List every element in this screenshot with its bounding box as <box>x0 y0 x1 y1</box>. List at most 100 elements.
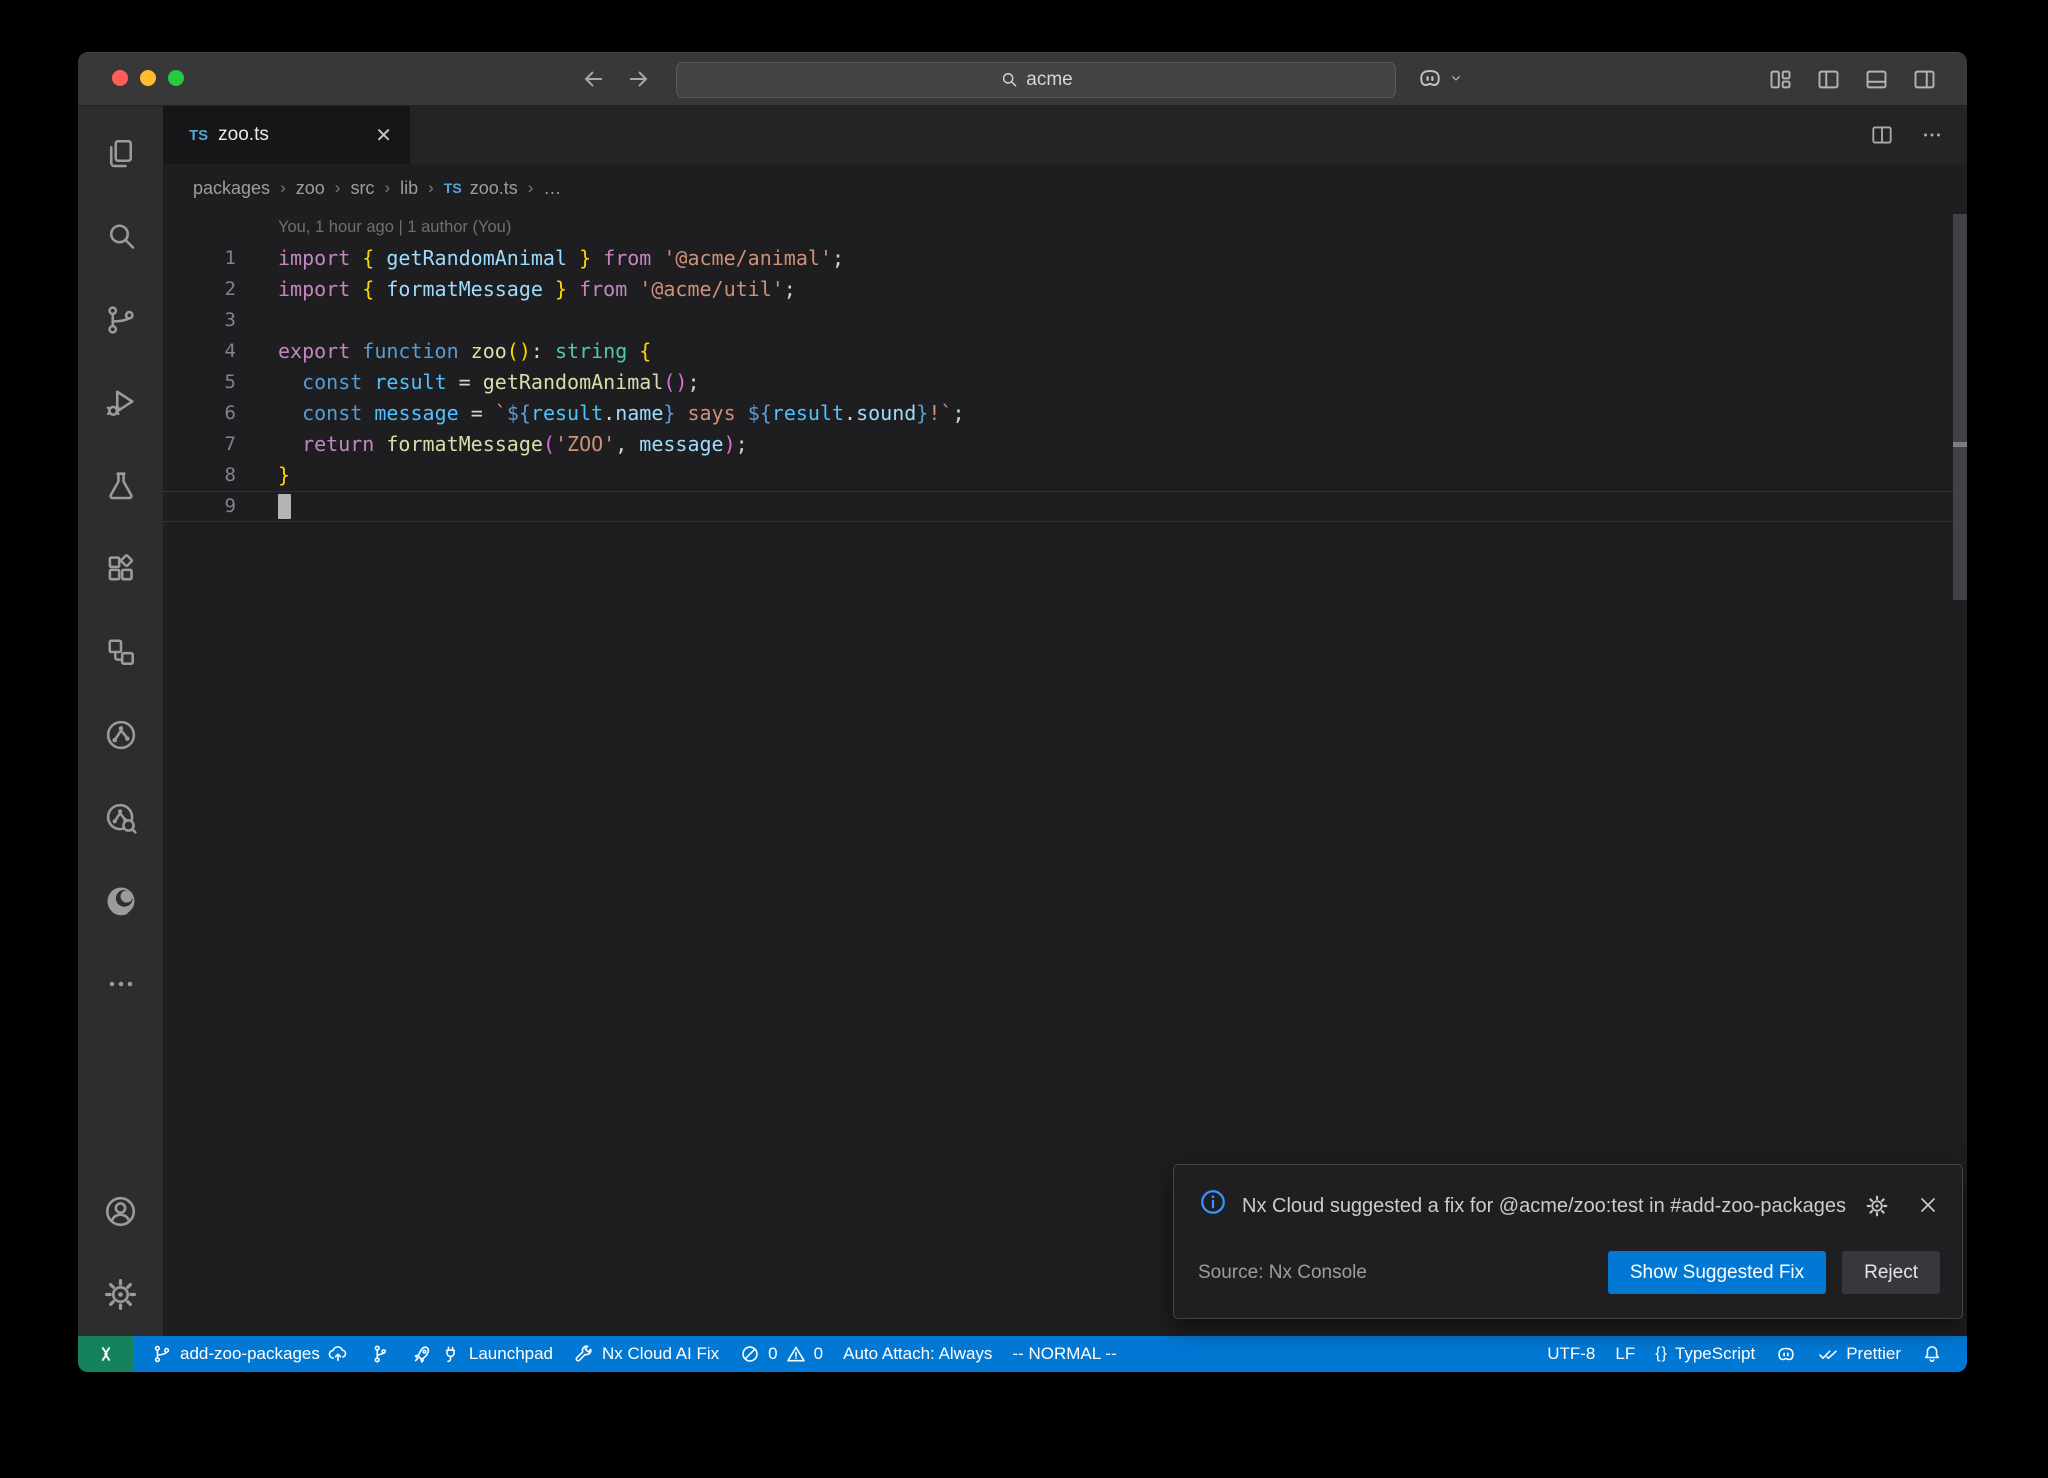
notification-toast: Nx Cloud suggested a fix for @acme/zoo:t… <box>1173 1164 1963 1319</box>
statusbar-eol[interactable]: LF <box>1605 1336 1645 1372</box>
more-icon <box>103 966 139 1002</box>
line-number: 3 <box>163 305 278 336</box>
breadcrumb-separator: › <box>335 178 341 198</box>
more-actions-icon[interactable] <box>1919 122 1945 148</box>
code-line-4[interactable]: 4export function zoo(): string { <box>163 336 1967 367</box>
statusbar-copilot-status[interactable] <box>1765 1336 1807 1372</box>
more-actions-icon <box>1919 122 1945 148</box>
statusbar-pipeline[interactable] <box>359 1336 401 1372</box>
statusbar-nx-cloud-ai-fix[interactable]: Nx Cloud AI Fix <box>563 1336 729 1372</box>
nav-arrows <box>578 64 654 94</box>
activity-remote-explorer-icon[interactable] <box>78 610 163 693</box>
tab-label: zoo.ts <box>218 124 269 146</box>
rocket-icon <box>411 1343 433 1365</box>
notification-close-icon[interactable] <box>1916 1193 1940 1219</box>
statusbar-vim-mode[interactable]: -- NORMAL -- <box>1002 1336 1126 1372</box>
statusbar-encoding[interactable]: UTF-8 <box>1537 1336 1605 1372</box>
editor-scrollbar[interactable] <box>1953 214 1967 600</box>
code-text: import { getRandomAnimal } from '@acme/a… <box>278 243 844 274</box>
minimize-button[interactable] <box>140 70 156 86</box>
statusbar-git-branch[interactable]: add-zoo-packages <box>141 1336 359 1372</box>
zoom-button[interactable] <box>168 70 184 86</box>
layout-sidebar-right-icon[interactable] <box>1909 64 1939 94</box>
breadcrumb-item-src[interactable]: src <box>350 178 374 199</box>
cloud-upload-icon <box>327 1343 349 1365</box>
line-number: 4 <box>163 336 278 367</box>
command-center-search[interactable]: acme <box>676 62 1396 98</box>
customize-layout-icon[interactable] <box>1765 64 1795 94</box>
breadcrumb-item-[interactable]: … <box>543 178 561 199</box>
breadcrumb-item-zoots[interactable]: TSzoo.ts <box>444 178 518 199</box>
statusbar-label: Prettier <box>1846 1344 1901 1364</box>
code-line-7[interactable]: 7 return formatMessage('ZOO', message); <box>163 429 1967 460</box>
line-number: 9 <box>163 492 278 521</box>
statusbar-label: Launchpad <box>469 1344 553 1364</box>
layout-sidebar-right-icon <box>1911 66 1938 93</box>
split-editor-icon[interactable] <box>1869 122 1895 148</box>
pipeline-icon <box>369 1343 391 1365</box>
notification-gear-icon[interactable] <box>1864 1193 1890 1219</box>
activity-account-icon[interactable] <box>78 1170 163 1253</box>
chevron-down-icon <box>1448 70 1464 86</box>
activity-settings-gear-icon[interactable] <box>78 1253 163 1336</box>
back-arrow-button[interactable] <box>578 64 608 94</box>
testing-icon <box>103 468 139 504</box>
reject-button[interactable]: Reject <box>1842 1251 1940 1294</box>
code-line-9[interactable]: 9 <box>163 491 1967 522</box>
statusbar-auto-attach[interactable]: Auto Attach: Always <box>833 1336 1002 1372</box>
activity-edge-icon[interactable] <box>78 859 163 942</box>
close-button[interactable] <box>112 70 128 86</box>
plug-icon <box>440 1343 462 1365</box>
warning-icon <box>785 1343 807 1365</box>
activity-source-control-icon[interactable] <box>78 278 163 361</box>
search-icon <box>103 219 139 255</box>
code-line-8[interactable]: 8} <box>163 460 1967 491</box>
copilot-menu[interactable] <box>1416 64 1464 92</box>
activity-extensions-icon[interactable] <box>78 527 163 610</box>
code-line-6[interactable]: 6 const message = `${result.name} says $… <box>163 398 1967 429</box>
forward-arrow-button[interactable] <box>624 64 654 94</box>
bell-icon <box>1921 1343 1943 1365</box>
activity-testing-icon[interactable] <box>78 444 163 527</box>
activity-more-icon[interactable] <box>78 942 163 1025</box>
activity-run-debug-icon[interactable] <box>78 361 163 444</box>
code-text: const result = getRandomAnimal(); <box>278 367 700 398</box>
edge-icon <box>103 883 139 919</box>
breadcrumb-separator: › <box>528 178 534 198</box>
close-tab-icon[interactable]: ✕ <box>375 123 392 148</box>
editor-group: TS zoo.ts ✕ packages›zoo›src›lib›TSzoo.t… <box>163 106 1967 1336</box>
tab-zoo-ts[interactable]: TS zoo.ts ✕ <box>163 106 410 164</box>
breadcrumb-separator: › <box>280 178 286 198</box>
statusbar-problems[interactable]: 00 <box>729 1336 833 1372</box>
statusbar-notifications-bell[interactable] <box>1911 1336 1953 1372</box>
forward-arrow-icon <box>625 65 653 93</box>
layout-panel-icon[interactable] <box>1861 64 1891 94</box>
show-suggested-fix-button[interactable]: Show Suggested Fix <box>1608 1251 1826 1294</box>
activity-nx-console-icon[interactable] <box>78 693 163 776</box>
activity-search-icon[interactable] <box>78 195 163 278</box>
scrollbar-cursor-marker <box>1953 442 1967 447</box>
layout-sidebar-left-icon[interactable] <box>1813 64 1843 94</box>
activity-explorer-icon[interactable] <box>78 112 163 195</box>
breadcrumb-item-lib[interactable]: lib <box>400 178 418 199</box>
copilot-icon <box>1775 1343 1797 1365</box>
settings-gear-icon <box>102 1276 139 1313</box>
statusbar-label: Nx Cloud AI Fix <box>602 1344 719 1364</box>
activity-nx-cloud-icon[interactable] <box>78 776 163 859</box>
editor-actions <box>1869 106 1945 164</box>
statusbar-language-mode[interactable]: {}TypeScript <box>1645 1336 1765 1372</box>
info-icon <box>1198 1187 1228 1217</box>
code-text: return formatMessage('ZOO', message); <box>278 429 748 460</box>
code-line-3[interactable]: 3 <box>163 305 1967 336</box>
explorer-icon <box>103 136 139 172</box>
statusbar-label: Auto Attach: Always <box>843 1344 992 1364</box>
statusbar-remote-indicator[interactable] <box>78 1336 133 1372</box>
statusbar-prettier[interactable]: Prettier <box>1807 1336 1911 1372</box>
code-line-2[interactable]: 2import { formatMessage } from '@acme/ut… <box>163 274 1967 305</box>
breadcrumb-item-zoo[interactable]: zoo <box>296 178 325 199</box>
code-line-1[interactable]: 1import { getRandomAnimal } from '@acme/… <box>163 243 1967 274</box>
code-line-5[interactable]: 5 const result = getRandomAnimal(); <box>163 367 1967 398</box>
statusbar-launchpad[interactable]: Launchpad <box>401 1336 563 1372</box>
breadcrumb-item-packages[interactable]: packages <box>193 178 270 199</box>
breadcrumb: packages›zoo›src›lib›TSzoo.ts›… <box>163 164 1967 212</box>
